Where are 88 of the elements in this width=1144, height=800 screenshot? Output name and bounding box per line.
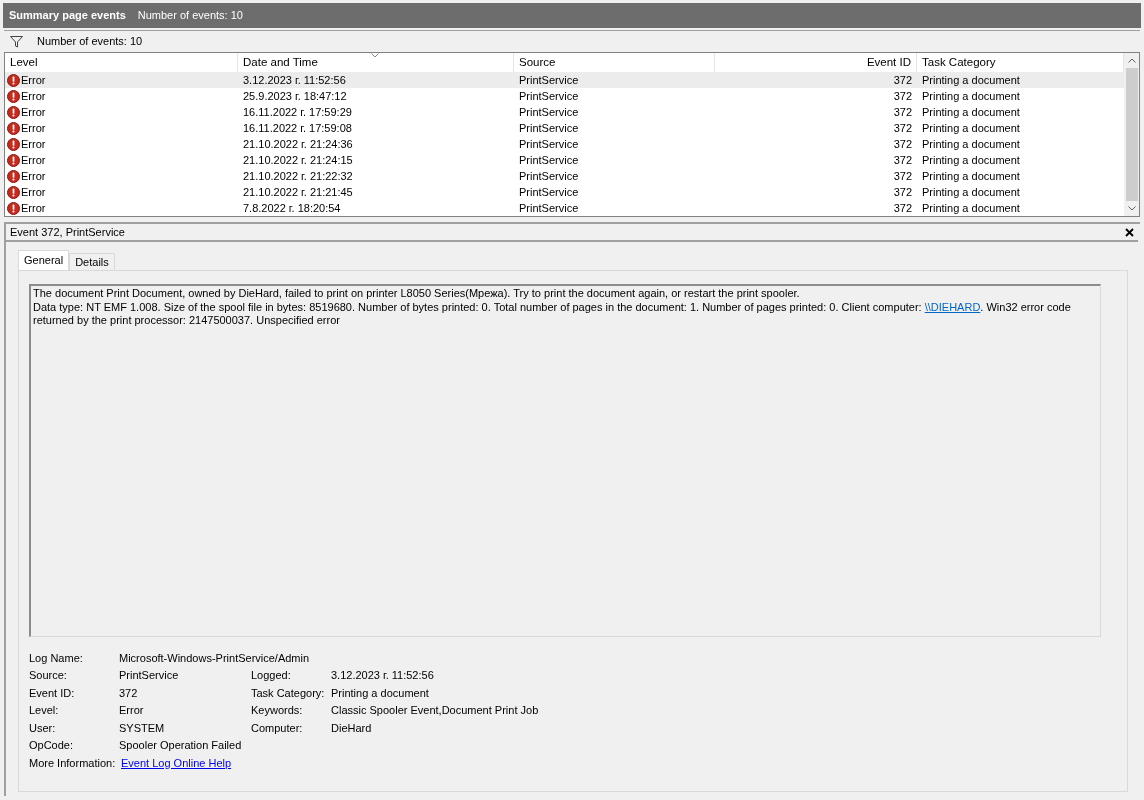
table-cell-text: Error [21,104,46,120]
field-label: More Information: [29,755,117,771]
message-paragraph: Data type: NT EMF 1.008. Size of the spool file in bytes: 8519680. Number of bytes printed: 0. Total number of pages in the document: 1. Number of pages printed: 0. Client computer: \\DIEHARD. Win32 error code returned by the print processor: 2147500037. Unspecified error [33,300,1072,328]
table-cell: PrintService [519,153,579,166]
table-cell: Printing a document [922,73,1020,86]
table-cell: 372 [893,185,912,198]
table-cell: PrintService [519,89,579,102]
table-cell: 16.11.2022 г. 17:59:08 [243,121,352,134]
header-count: Number of events: 10 [137,8,243,24]
table-cell-text: Error [21,120,46,136]
filter-count: Number of events: 10 [37,34,143,50]
table-cell-text: Error [21,72,46,88]
field-label: User: [29,720,57,736]
table-cell: PrintService [519,121,579,134]
table-cell: 372 [893,121,912,134]
table-cell: 7.8.2022 г. 18:20:54 [243,201,341,214]
header-title: Summary page events [9,8,126,24]
field-label: Computer: [251,720,304,736]
table-cell: 21.10.2022 г. 21:22:32 [243,169,353,182]
field-value: 372 [119,685,138,701]
scrollbar-thumb[interactable] [1125,68,1138,201]
field-value: SYSTEM [119,720,165,736]
error-icon [7,105,20,119]
detail-tab[interactable]: General [18,250,70,270]
message-line: The document Print Document, owned by DieHard, failed to print on printer L8050 Series(Мрежа). Try to print the document again, or restart the print spooler. [33,287,801,301]
error-icon [7,169,20,183]
field-label: Logged: [251,668,292,683]
field-label: Event ID: [29,685,76,701]
table-cell: 372 [893,137,912,150]
field-label: Log Name: [29,650,84,666]
table-cell-text: Error [21,136,46,152]
table-cell: PrintService [519,201,579,214]
error-icon [7,137,20,151]
close-icon[interactable] [1125,227,1134,237]
table-cell: Printing a document [922,201,1020,214]
table-cell: Printing a document [922,121,1020,134]
field-value: Error [119,703,144,718]
table-cell: Printing a document [922,137,1020,150]
table-cell-text: Error [21,184,46,200]
error-icon [7,73,20,87]
table-cell: PrintService [519,73,579,86]
help-link[interactable]: Event Log Online Help [121,754,232,771]
table-cell-text: Error [21,88,46,104]
field-value: Printing a document [331,685,429,701]
table-cell: 3.12.2023 г. 11:52:56 [243,73,346,86]
table-cell: 25.9.2023 г. 18:47:12 [243,89,347,102]
table-cell: 16.11.2022 г. 17:59:29 [243,105,352,118]
table-cell: Printing a document [922,169,1020,182]
table-cell: Printing a document [922,89,1020,102]
table-cell: 372 [893,105,912,118]
table-cell: 372 [893,201,912,214]
table-cell: Printing a document [922,185,1020,198]
table-cell: 372 [893,89,912,102]
field-value: 3.12.2023 г. 11:52:56 [331,668,434,683]
vertical-scrollbar[interactable] [1124,53,1139,216]
table-cell: 372 [893,73,912,86]
field-value: Classic Spooler Event,Document Print Job [331,703,539,718]
table-cell: 21.10.2022 г. 21:24:36 [243,137,353,150]
filter-icon [10,35,23,48]
error-icon [7,89,20,103]
field-value: PrintService [119,668,179,683]
error-icon [7,185,20,199]
table-cell: PrintService [519,169,579,182]
table-cell: PrintService [519,105,579,118]
table-cell-text: Error [21,152,46,168]
event-row[interactable]: Error 3.12.2023 г. 11:52:56 PrintService 372 Printing a document [5,72,1124,88]
table-cell: 372 [893,169,912,182]
table-cell: Printing a document [922,105,1020,118]
detail-title: Event 372, PrintService [10,224,125,240]
field-label: Level: [29,703,60,718]
table-cell: PrintService [519,185,579,198]
table-cell: 21.10.2022 г. 21:21:45 [243,185,353,198]
field-value: Spooler Operation Failed [119,738,242,753]
field-value: DieHard [331,720,372,736]
field-label: Task Category: [251,685,326,701]
detail-tab[interactable]: Details [69,253,115,270]
table-cell-text: Error [21,168,46,184]
field-label: Source: [29,668,68,683]
error-icon [7,121,20,135]
table-cell: Printing a document [922,153,1020,166]
table-cell: 21.10.2022 г. 21:24:15 [243,153,353,166]
field-label: OpCode: [29,738,75,753]
field-label: Keywords: [251,703,304,718]
table-cell-text: Error [21,200,46,216]
table-cell: PrintService [519,137,579,150]
error-icon [7,153,20,167]
field-value: Microsoft-Windows-PrintService/Admin [119,650,310,666]
table-cell: 372 [893,153,912,166]
